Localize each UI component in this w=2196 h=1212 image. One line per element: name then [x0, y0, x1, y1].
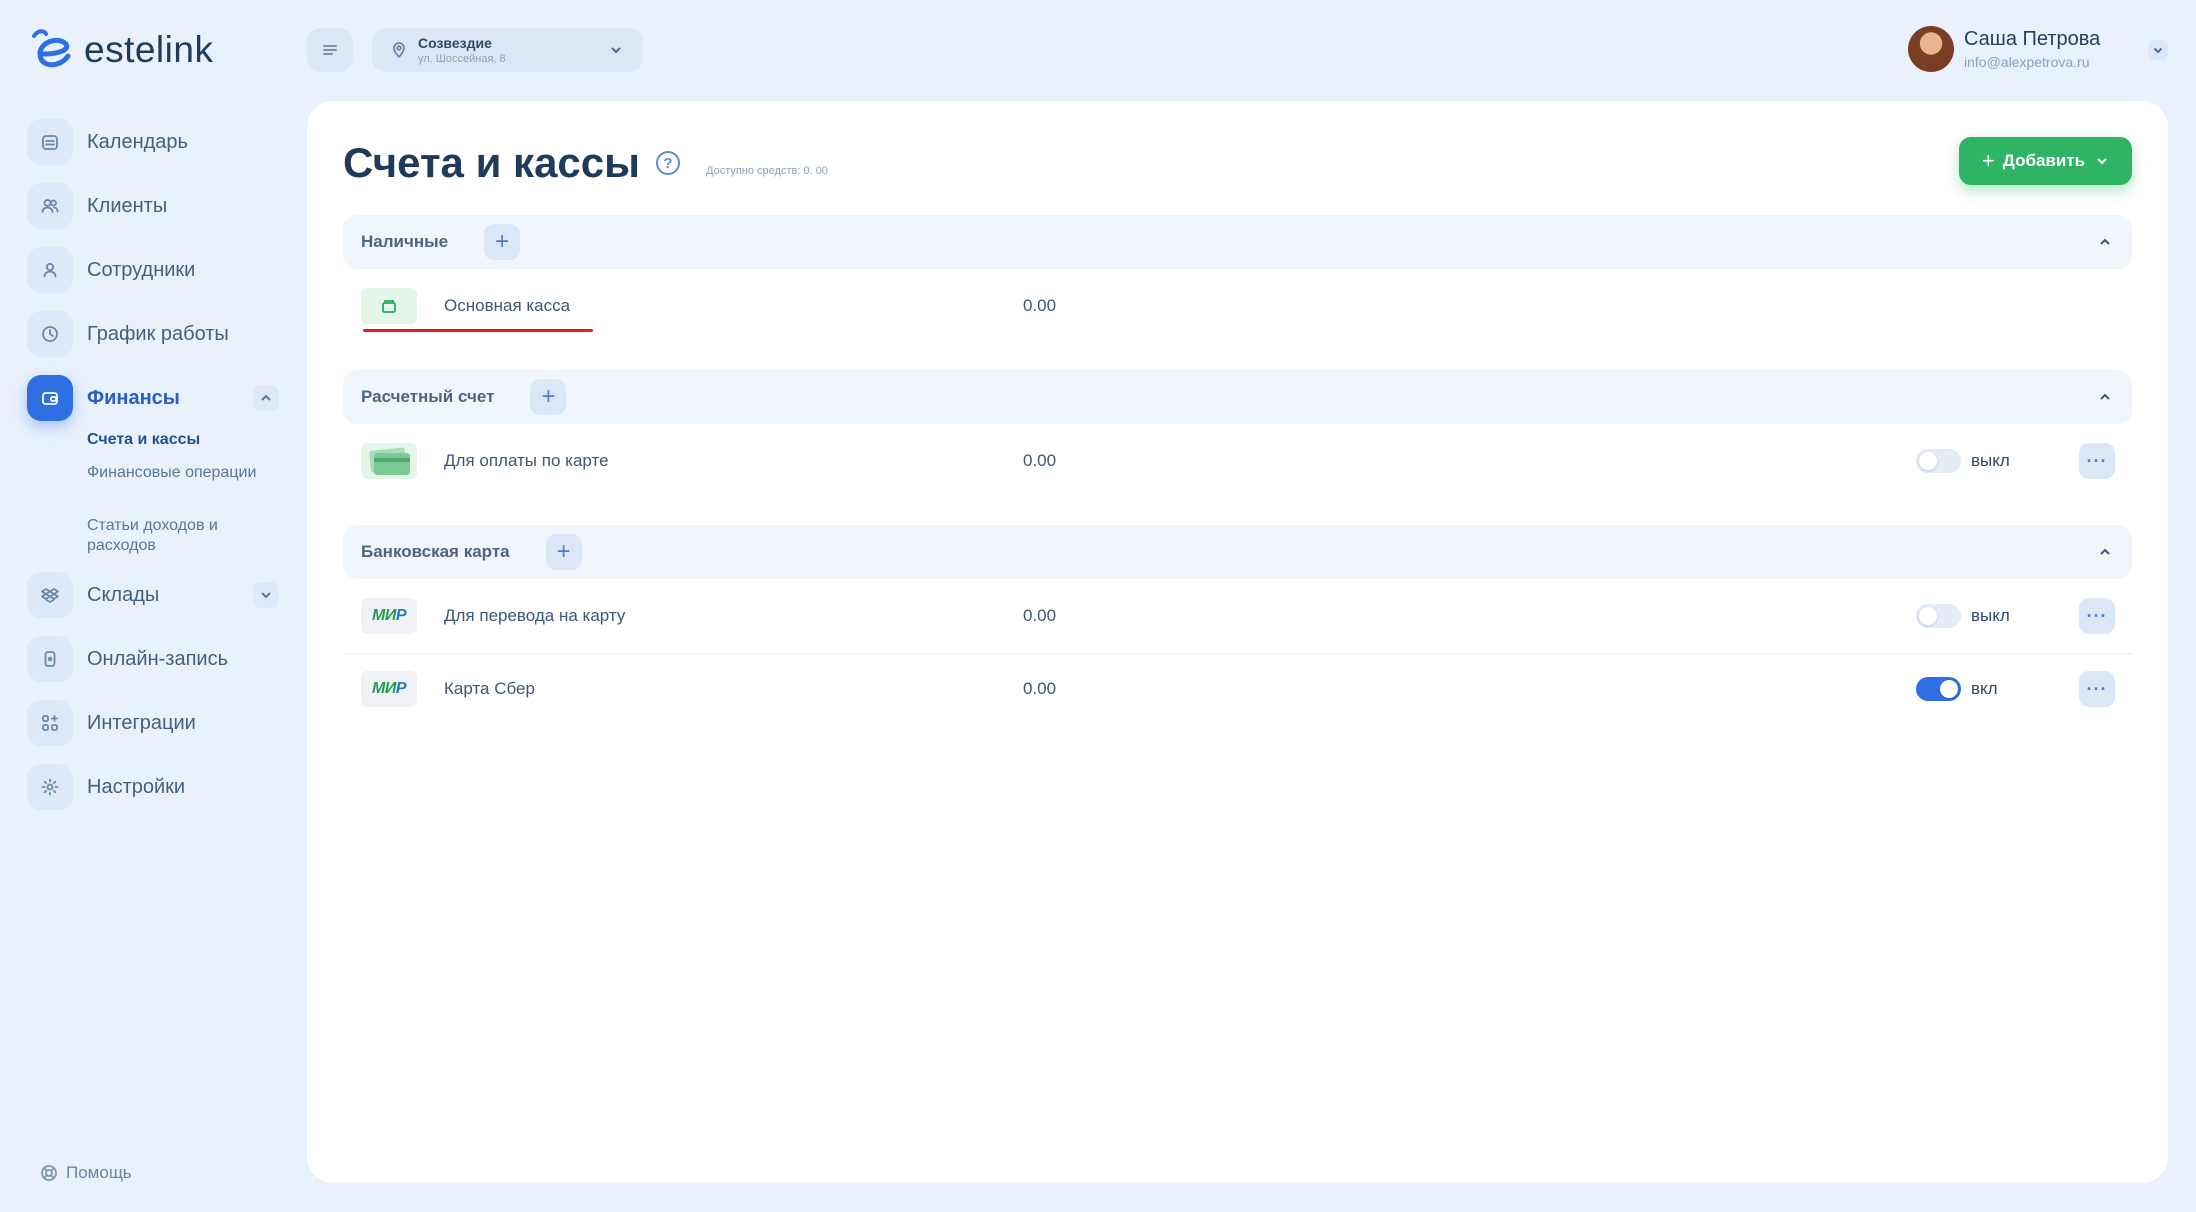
subnav-income-expense-items[interactable]: Статьи доходов и расходов [87, 516, 257, 556]
account-row: Для оплаты по карте 0.00 выкл ··· [343, 425, 2132, 497]
page-title: Счета и кассы [343, 139, 641, 186]
logo-text: estelink [84, 29, 214, 70]
branch-selector[interactable]: Созвездие ул. Шоссейная, 8 [372, 28, 643, 72]
subnav-financial-operations[interactable]: Финансовые операции [87, 463, 257, 483]
toggle-label: выкл [1971, 606, 2010, 625]
nav-label: Сотрудники [87, 258, 196, 281]
account-balance: 0.00 [1023, 606, 1057, 625]
add-button[interactable]: + Добавить [1959, 137, 2132, 185]
more-options-button[interactable]: ··· [2079, 671, 2115, 707]
account-row: Основная касса 0.00 [343, 270, 2132, 342]
cash-register-icon [361, 288, 417, 324]
available-funds: Доступно средств: 0. 00 [706, 165, 828, 177]
nav-label: Календарь [87, 130, 188, 153]
branch-name: Созвездие [418, 35, 492, 51]
nav-finance[interactable]: Финансы [27, 374, 279, 422]
add-settlement-account-button[interactable]: + [530, 379, 567, 415]
dropbox-icon [27, 572, 73, 618]
nav-clients[interactable]: Клиенты [27, 182, 279, 230]
nav-label: График работы [87, 322, 229, 345]
apps-icon [27, 700, 73, 746]
user-icon [27, 247, 73, 293]
calendar-icon [27, 119, 73, 165]
plus-icon: + [1981, 148, 1995, 173]
subnav-accounts-cash[interactable]: Счета и кассы [87, 430, 257, 450]
estelink-logo-icon [32, 29, 71, 68]
menu-toggle-button[interactable] [307, 28, 353, 72]
nav-label: Склады [87, 583, 160, 606]
toggle-label: вкл [1971, 679, 1998, 698]
account-name[interactable]: Основная касса [444, 296, 570, 316]
nav-schedule[interactable]: График работы [27, 310, 279, 358]
section-title: Наличные [361, 232, 449, 251]
toggle-label: выкл [1971, 451, 2010, 470]
more-options-button[interactable]: ··· [2079, 598, 2115, 634]
highlight-underline [363, 329, 593, 332]
chevron-down-icon[interactable] [253, 582, 279, 608]
chevron-up-icon[interactable] [2096, 233, 2114, 251]
chevron-down-icon [2097, 158, 2107, 165]
nav-calendar[interactable]: Календарь [27, 118, 279, 166]
more-options-button[interactable]: ··· [2079, 443, 2115, 479]
add-button-label: Добавить [2002, 151, 2086, 170]
nav-warehouses[interactable]: Склады [27, 571, 279, 619]
branch-address: ул. Шоссейная, 8 [418, 53, 506, 65]
account-name[interactable]: Для перевода на карту [444, 606, 625, 626]
mir-logo-icon: МИ Р [361, 598, 417, 634]
nav-online-booking[interactable]: Онлайн-запись [27, 635, 279, 683]
nav-label: Финансы [87, 386, 180, 409]
nav-label: Клиенты [87, 194, 168, 217]
account-toggle[interactable] [1916, 449, 1961, 473]
avatar [1908, 26, 1954, 72]
add-bank-card-button[interactable]: + [545, 534, 582, 570]
nav-label: Интеграции [87, 711, 196, 734]
section-title: Банковская карта [361, 542, 510, 561]
account-row: МИ Р Для перевода на карту 0.00 выкл ··· [343, 580, 2132, 652]
mobile-icon [27, 636, 73, 682]
lifebuoy-icon [41, 1165, 57, 1181]
section-bank-card-header: Банковская карта + [343, 525, 2132, 579]
chevron-down-icon [611, 47, 621, 54]
user-email: info@alexpetrova.ru [1964, 54, 2090, 70]
user-profile[interactable]: Саша Петрова info@alexpetrova.ru [1908, 26, 2100, 72]
nav-label: Настройки [87, 775, 186, 798]
account-balance: 0.00 [1023, 296, 1057, 315]
nav-integrations[interactable]: Интеграции [27, 699, 279, 747]
account-name[interactable]: Карта Сбер [444, 679, 535, 699]
nav-settings[interactable]: Настройки [27, 763, 279, 811]
account-name[interactable]: Для оплаты по карте [444, 451, 609, 471]
chevron-down-icon [2153, 47, 2163, 54]
card-icon [361, 443, 417, 479]
account-row: МИ Р Карта Сбер 0.00 вкл ··· [343, 653, 2132, 725]
wallet-icon [27, 375, 73, 421]
clock-icon [27, 311, 73, 357]
user-name: Саша Петрова [1964, 28, 2101, 50]
help-circle-icon[interactable]: ? [656, 151, 680, 175]
gear-icon [27, 764, 73, 810]
chevron-up-icon[interactable] [2096, 388, 2114, 406]
account-toggle[interactable] [1916, 604, 1961, 628]
nav-employees[interactable]: Сотрудники [27, 246, 279, 294]
section-settlement-header: Расчетный счет + [343, 370, 2132, 424]
account-toggle[interactable] [1916, 677, 1961, 701]
help-link[interactable]: Помощь [40, 1163, 132, 1183]
menu-icon [323, 45, 337, 55]
section-title: Расчетный счет [361, 387, 495, 406]
help-label: Помощь [66, 1163, 132, 1182]
app-logo[interactable]: estelink [28, 26, 213, 74]
chevron-up-icon[interactable] [253, 385, 279, 411]
section-cash-header: Наличные + [343, 215, 2132, 269]
user-menu-toggle[interactable] [2148, 40, 2168, 60]
account-balance: 0.00 [1023, 451, 1057, 470]
add-cash-account-button[interactable]: + [484, 224, 521, 260]
account-balance: 0.00 [1023, 679, 1057, 698]
nav-label: Онлайн-запись [87, 647, 228, 670]
users-icon [27, 183, 73, 229]
location-pin-icon [393, 42, 405, 59]
mir-logo-icon: МИ Р [361, 671, 417, 707]
chevron-up-icon[interactable] [2096, 543, 2114, 561]
main-panel: Счета и кассы ? Доступно средств: 0. 00 … [307, 101, 2168, 1183]
